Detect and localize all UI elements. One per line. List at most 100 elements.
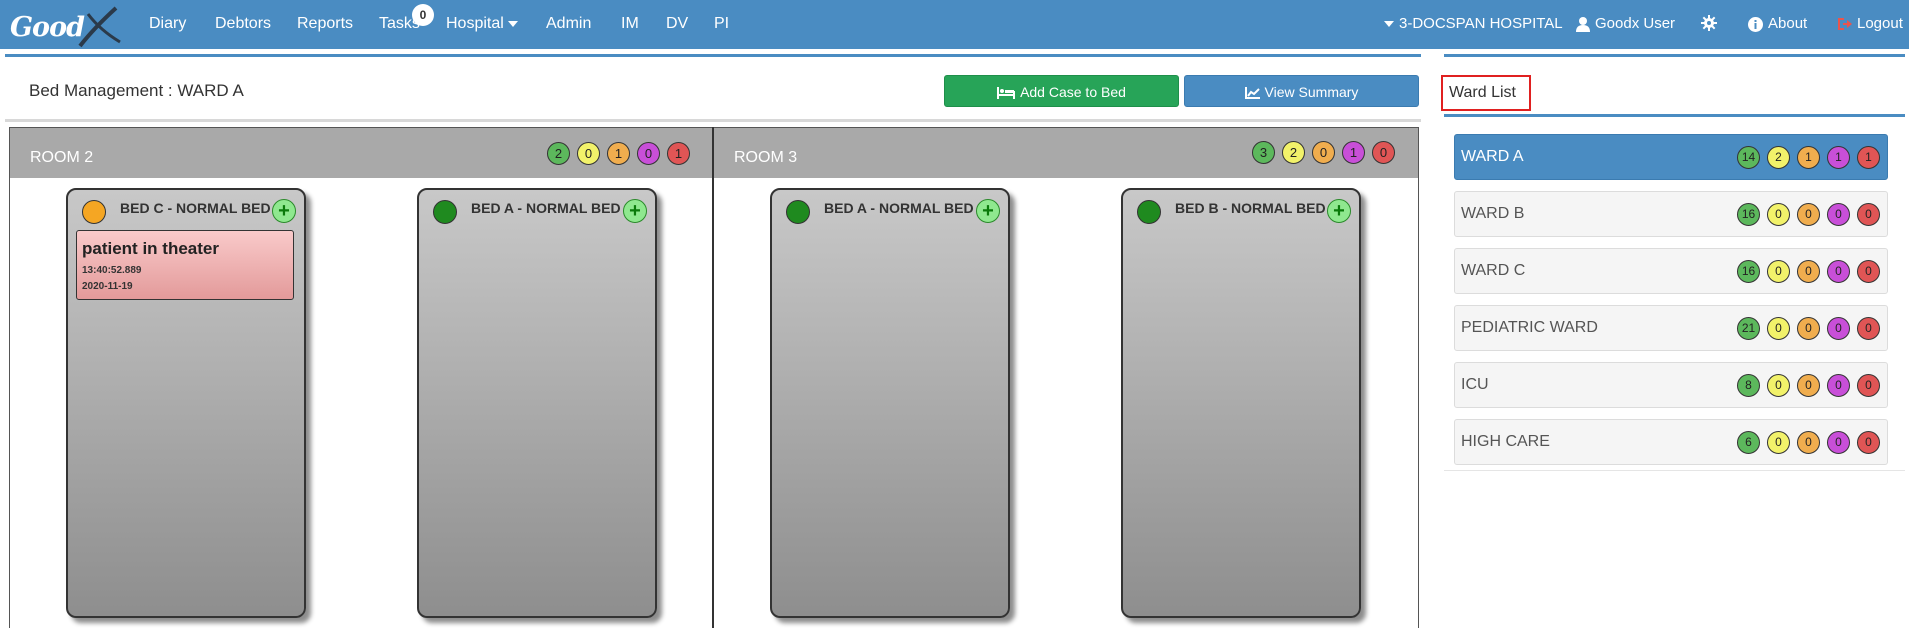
add-case-plus-icon[interactable]: + xyxy=(272,199,296,223)
bed-title: BED C - NORMAL BED xyxy=(120,200,271,216)
room-2-title: ROOM 2 xyxy=(30,149,94,166)
about-label: About xyxy=(1768,15,1808,32)
ward-count-orange: 0 xyxy=(1797,317,1820,340)
add-case-to-bed-label: Add Case to Bed xyxy=(1020,84,1126,100)
logout-link[interactable]: Logout xyxy=(1837,15,1903,32)
user-menu[interactable]: Goodx User xyxy=(1576,15,1675,32)
add-case-to-bed-button[interactable]: Add Case to Bed xyxy=(944,75,1179,107)
user-name: Goodx User xyxy=(1595,15,1676,32)
ward-item-ward-b[interactable]: WARD B 16 0 0 0 0 xyxy=(1454,191,1888,237)
ward-count-yellow: 0 xyxy=(1767,431,1790,454)
ward-count-purple: 0 xyxy=(1827,203,1850,226)
tasks-count-badge: 0 xyxy=(412,4,434,26)
user-icon xyxy=(1576,16,1590,32)
case-name: patient in theater xyxy=(82,239,219,258)
add-case-plus-icon[interactable]: + xyxy=(623,199,647,223)
nav-hospital-dropdown[interactable]: Hospital xyxy=(446,15,518,33)
ward-count-available: 16 xyxy=(1737,203,1760,226)
ward-count-purple: 0 xyxy=(1827,260,1850,283)
ward-item-ward-c[interactable]: WARD C 16 0 0 0 0 xyxy=(1454,248,1888,294)
ward-item-high-care[interactable]: HIGH CARE 6 0 0 0 0 xyxy=(1454,419,1888,465)
ward-count-purple: 0 xyxy=(1827,431,1850,454)
about-link[interactable]: About xyxy=(1748,15,1807,32)
header-divider xyxy=(5,119,1421,122)
chevron-down-icon xyxy=(507,20,518,27)
ward-count-yellow: 2 xyxy=(1767,146,1790,169)
bed-status-indicator xyxy=(786,200,810,224)
ward-count-orange: 0 xyxy=(1797,374,1820,397)
room-3-count-orange: 0 xyxy=(1312,141,1335,164)
ward-count-red: 0 xyxy=(1857,317,1880,340)
room-2-count-purple: 0 xyxy=(637,142,660,165)
ward-list-bottom-border xyxy=(1444,470,1905,471)
bed-title: BED A - NORMAL BED xyxy=(824,200,974,216)
area-chart-icon xyxy=(1244,87,1260,100)
ward-count-red: 1 xyxy=(1857,146,1880,169)
ward-item-icu[interactable]: ICU 8 0 0 0 0 xyxy=(1454,362,1888,408)
room-3-count-purple: 1 xyxy=(1342,141,1365,164)
bed-status-indicator xyxy=(1137,200,1161,224)
top-navbar: Good Diary Debtors Reports Tasks 0 Hospi… xyxy=(0,0,1909,49)
nav-reports[interactable]: Reports xyxy=(297,15,353,33)
nav-hospital-label: Hospital xyxy=(446,15,504,32)
case-time: 13:40:52.889 xyxy=(82,265,142,276)
bed-card[interactable]: BED C - NORMAL BED + patient in theater … xyxy=(66,188,306,618)
bed-status-indicator xyxy=(82,200,106,224)
room-2-count-orange: 1 xyxy=(607,142,630,165)
hospital-selector-label: 3-DOCSPAN HOSPITAL xyxy=(1399,15,1563,32)
add-case-plus-icon[interactable]: + xyxy=(1327,199,1351,223)
bed-card[interactable]: BED A - NORMAL BED + xyxy=(417,188,657,618)
ward-name: WARD C xyxy=(1461,262,1526,279)
ward-count-purple: 0 xyxy=(1827,317,1850,340)
ward-panel-top-border xyxy=(1444,54,1905,57)
nav-dv[interactable]: DV xyxy=(666,15,688,33)
ward-count-available: 16 xyxy=(1737,260,1760,283)
ward-name: WARD B xyxy=(1461,205,1525,222)
bed-icon xyxy=(997,87,1016,100)
case-date: 2020-11-19 xyxy=(82,281,133,292)
ward-count-orange: 1 xyxy=(1797,146,1820,169)
room-3-title: ROOM 3 xyxy=(734,149,798,166)
view-summary-button[interactable]: View Summary xyxy=(1184,75,1419,107)
case-card[interactable]: patient in theater 13:40:52.889 2020-11-… xyxy=(76,230,294,300)
logout-icon xyxy=(1838,18,1852,31)
nav-diary[interactable]: Diary xyxy=(149,15,186,33)
ward-count-yellow: 0 xyxy=(1767,374,1790,397)
ward-count-yellow: 0 xyxy=(1767,317,1790,340)
logout-label: Logout xyxy=(1857,15,1903,32)
bed-card[interactable]: BED B - NORMAL BED + xyxy=(1121,188,1361,618)
ward-count-purple: 1 xyxy=(1827,146,1850,169)
ward-item-pediatric-ward[interactable]: PEDIATRIC WARD 21 0 0 0 0 xyxy=(1454,305,1888,351)
bed-title: BED A - NORMAL BED xyxy=(471,200,621,216)
ward-count-available: 21 xyxy=(1737,317,1760,340)
nav-im[interactable]: IM xyxy=(621,15,639,33)
ward-count-yellow: 0 xyxy=(1767,260,1790,283)
hospital-selector[interactable]: 3-DOCSPAN HOSPITAL xyxy=(1384,15,1563,32)
ward-count-red: 0 xyxy=(1857,260,1880,283)
settings-button[interactable] xyxy=(1701,15,1717,36)
panel-top-border xyxy=(5,54,1421,57)
gear-icon xyxy=(1701,15,1717,31)
ward-name: PEDIATRIC WARD xyxy=(1461,319,1598,336)
bed-title: BED B - NORMAL BED xyxy=(1175,200,1326,216)
room-2-count-yellow: 0 xyxy=(577,142,600,165)
ward-count-available: 14 xyxy=(1737,146,1760,169)
nav-pi[interactable]: PI xyxy=(714,15,729,33)
nav-admin[interactable]: Admin xyxy=(546,15,591,33)
bed-card[interactable]: BED A - NORMAL BED + xyxy=(770,188,1010,618)
chevron-down-icon xyxy=(1384,21,1394,28)
goodx-logo[interactable]: Good xyxy=(10,6,121,48)
page-title: Bed Management : WARD A xyxy=(29,81,244,100)
ward-item-ward-a[interactable]: WARD A 14 2 1 1 1 xyxy=(1454,134,1888,180)
add-case-plus-icon[interactable]: + xyxy=(976,199,1000,223)
ward-count-available: 6 xyxy=(1737,431,1760,454)
ward-count-orange: 0 xyxy=(1797,431,1820,454)
nav-debtors[interactable]: Debtors xyxy=(215,15,271,33)
info-icon xyxy=(1748,16,1763,32)
ward-count-red: 0 xyxy=(1857,203,1880,226)
ward-count-orange: 0 xyxy=(1797,203,1820,226)
ward-count-red: 0 xyxy=(1857,431,1880,454)
view-summary-label: View Summary xyxy=(1264,84,1359,100)
room-2-count-available: 2 xyxy=(547,142,570,165)
room-3-count-red: 0 xyxy=(1372,141,1395,164)
